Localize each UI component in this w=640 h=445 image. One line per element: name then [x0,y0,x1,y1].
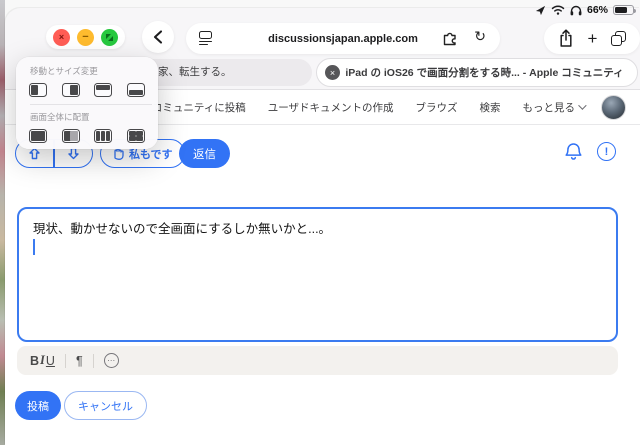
chevron-back-icon [153,30,163,44]
close-window-button[interactable]: × [53,28,70,46]
toolbar-buttons: + [544,23,640,54]
arrange-three-columns-icon[interactable] [94,129,113,143]
more-options-button[interactable]: ⋯ [103,353,119,368]
reader-view-icon[interactable] [199,31,213,45]
snap-right-half-icon[interactable] [61,83,80,97]
snap-left-half-icon[interactable] [29,83,47,97]
window-controls: × − [46,25,125,49]
editor-toolbar: B I U ¶ ⋯ [17,346,618,375]
toolbar-divider [92,353,94,368]
status-bar: 66% [535,4,636,16]
cancel-button[interactable]: キャンセル [64,391,147,420]
chevron-down-icon [578,101,587,110]
snap-top-half-icon[interactable] [94,83,113,97]
see-more-label: もっと見る [522,101,576,114]
minimize-icon: − [82,31,89,43]
battery-percent: 66% [586,4,608,16]
arrange-grid-four-icon[interactable] [126,129,145,143]
close-tab-button[interactable]: × [325,65,340,80]
arrange-options [16,129,158,143]
arrange-section-label: 画面全体に配置 [30,112,90,122]
reload-icon[interactable]: ↻ [474,28,486,45]
report-concern-button[interactable]: ! [597,142,616,161]
location-arrow-icon [535,5,546,15]
snap-bottom-half-icon[interactable] [126,83,145,97]
nav-post-to-community[interactable]: コミュニティに投稿 [152,100,246,115]
arrange-full-screen-icon[interactable] [29,129,47,143]
new-tab-icon[interactable]: + [588,30,598,47]
window-arrangement-menu: 移動とサイズ変更 画面全体に配置 [16,57,158,149]
reply-text-area[interactable]: 現状、動かせないので全画面にするしか無いかと...。 [17,207,618,342]
extensions-puzzle-icon[interactable] [442,31,458,46]
text-style-group: B I U [30,353,55,368]
bell-icon [565,143,582,160]
underline-button[interactable]: U [46,354,55,368]
toolbar-divider [64,353,66,368]
tab-overview-icon[interactable] [611,31,627,46]
fullscreen-icon [106,33,113,41]
share-icon[interactable] [558,29,574,48]
paragraph-button[interactable]: ¶ [76,354,83,368]
back-button[interactable] [142,21,174,53]
address-bar[interactable]: discussionsjapan.apple.com ↻ [186,23,500,54]
headphones-icon [570,5,582,15]
active-tab[interactable]: × iPad の iOS26 で画面分割をする時... - Apple コミュニ… [316,58,638,87]
nav-search[interactable]: 検索 [480,100,501,115]
fullscreen-window-button[interactable] [101,28,118,46]
text-cursor [33,239,35,255]
nav-browse[interactable]: ブラウズ [416,100,458,115]
close-tab-icon: × [329,67,336,78]
url-text: discussionsjapan.apple.com [268,32,418,45]
italic-button[interactable]: I [40,353,45,368]
move-resize-options [16,83,158,97]
move-resize-section-label: 移動とサイズ変更 [30,66,98,76]
active-tab-title: iPad の iOS26 で画面分割をする時... - Apple コミュニティ [345,67,624,79]
close-icon: × [58,32,65,42]
battery-icon [613,4,636,16]
minimize-window-button[interactable]: − [77,28,94,46]
exclamation-icon: ! [604,145,609,158]
reply-button[interactable]: 返信 [179,139,230,168]
user-avatar[interactable] [601,95,626,120]
ellipsis-icon: ⋯ [107,356,116,365]
menu-divider [30,104,152,105]
bold-button[interactable]: B [30,354,39,368]
post-button[interactable]: 投稿 [15,391,61,420]
wifi-icon [551,5,565,15]
nav-see-more[interactable]: もっと見る [522,100,587,115]
notification-bell-button[interactable] [563,141,585,163]
arrange-split-two-icon[interactable] [61,129,80,143]
ipad-screen: 66% × − discussionsjapan.apple.com ↻ + 家… [0,0,640,445]
nav-create-user-document[interactable]: ユーザドキュメントの作成 [268,100,394,115]
reply-draft-text: 現状、動かせないので全画面にするしか無いかと...。 [33,222,332,236]
